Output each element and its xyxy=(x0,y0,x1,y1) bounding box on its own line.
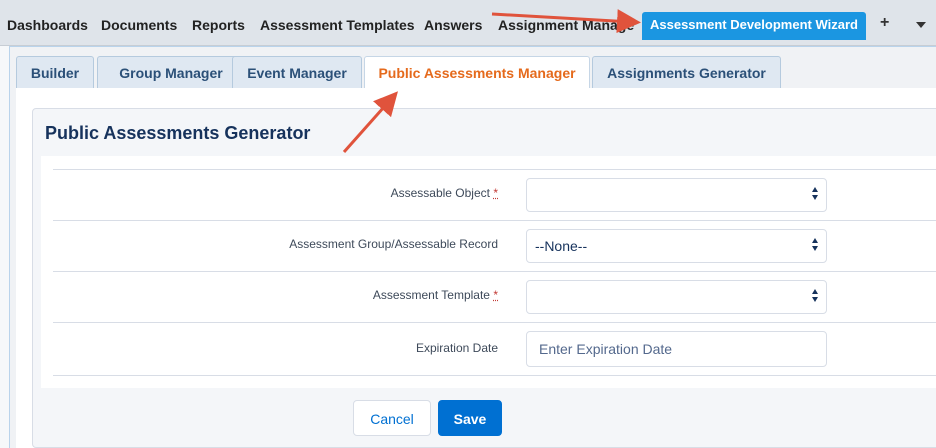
nav-tab-assessment-templates[interactable]: Assessment Templates xyxy=(260,17,415,33)
row-divider xyxy=(53,322,936,323)
expiration-date-input[interactable]: Enter Expiration Date xyxy=(526,331,827,367)
more-tabs-caret-icon[interactable] xyxy=(916,22,926,28)
select-arrows-icon xyxy=(812,289,820,305)
select-arrows-icon xyxy=(812,238,820,254)
tab-public-assessments-manager[interactable]: Public Assessments Manager xyxy=(364,56,590,89)
nav-tab-reports[interactable]: Reports xyxy=(192,17,245,33)
expiration-date-label-text: Expiration Date xyxy=(415,341,498,355)
assessable-object-label: Assessable Object * xyxy=(391,186,498,200)
required-marker: * xyxy=(493,186,498,200)
assessment-group-select[interactable]: --None-- xyxy=(526,229,827,263)
required-marker: * xyxy=(493,288,498,302)
row-divider xyxy=(53,375,936,376)
row-divider xyxy=(53,169,936,170)
assessment-group-label: Assessment Group/Assessable Record xyxy=(289,237,498,251)
assessable-object-select[interactable] xyxy=(526,178,827,212)
assessment-group-label-text: Assessment Group/Assessable Record xyxy=(289,237,498,251)
tab-assignments-generator[interactable]: Assignments Generator xyxy=(592,56,781,88)
nav-tab-documents[interactable]: Documents xyxy=(101,17,177,33)
expiration-date-label: Expiration Date xyxy=(416,341,498,355)
assessment-group-value: --None-- xyxy=(535,238,588,254)
page-title: Public Assessments Generator xyxy=(45,123,311,143)
nav-tab-assessment-development-wizard[interactable]: Assessment Development Wizard xyxy=(642,12,866,40)
assessment-template-select[interactable] xyxy=(526,280,827,314)
cancel-button[interactable]: Cancel xyxy=(353,400,431,436)
tab-event-manager[interactable]: Event Manager xyxy=(232,56,362,88)
nav-tab-assignment-manager[interactable]: Assignment Manage xyxy=(498,17,634,33)
row-divider xyxy=(53,271,936,272)
nav-tab-dashboards[interactable]: Dashboards xyxy=(7,17,88,33)
assessment-template-label: Assessment Template * xyxy=(373,288,498,302)
assessment-template-label-text: Assessment Template xyxy=(372,288,490,302)
tab-builder[interactable]: Builder xyxy=(16,56,94,88)
select-arrows-icon xyxy=(812,187,820,203)
assessable-object-label-text: Assessable Object xyxy=(390,186,490,200)
tab-group-manager[interactable]: Group Manager xyxy=(97,56,245,88)
top-navigation-bar: Dashboards Documents Reports Assessment … xyxy=(0,0,936,46)
add-tab-icon[interactable]: + xyxy=(880,14,889,32)
row-divider xyxy=(53,220,936,221)
save-button[interactable]: Save xyxy=(438,400,502,436)
nav-tab-answers[interactable]: Answers xyxy=(424,17,482,33)
